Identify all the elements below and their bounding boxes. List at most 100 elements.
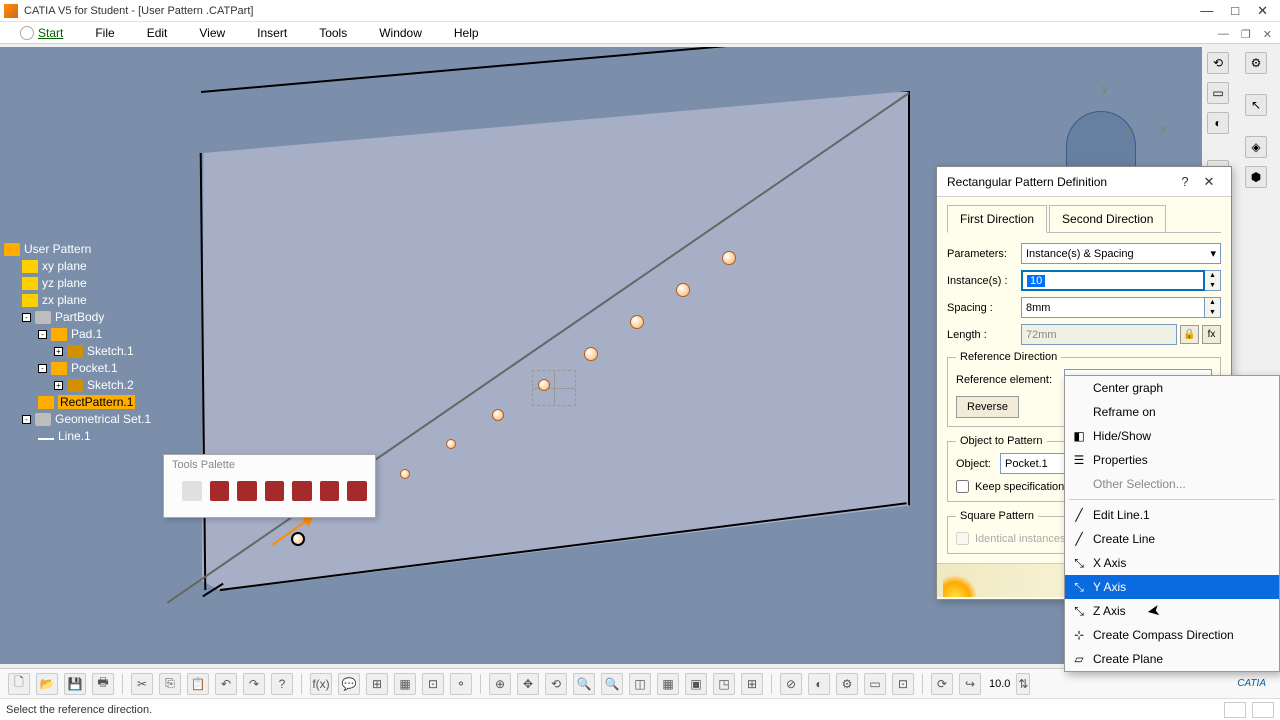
- toolbar-button[interactable]: ⟳: [931, 673, 953, 695]
- new-icon[interactable]: 🗋: [8, 673, 30, 695]
- menu-help[interactable]: Help: [454, 26, 479, 40]
- tree-rectpattern[interactable]: RectPattern.1: [58, 395, 135, 409]
- formula-icon[interactable]: f(x): [310, 673, 332, 695]
- menu-edit[interactable]: Edit: [147, 26, 168, 40]
- collapse-icon[interactable]: -: [22, 415, 31, 424]
- toolbar-button[interactable]: 💬: [338, 673, 360, 695]
- tp-icon-1[interactable]: [182, 481, 202, 501]
- ctx-edit-line[interactable]: ╱Edit Line.1: [1065, 503, 1279, 527]
- toolbar-button[interactable]: ◐: [808, 673, 830, 695]
- tp-icon-6[interactable]: [320, 481, 340, 501]
- collapse-icon[interactable]: -: [38, 330, 47, 339]
- tree-yz-plane[interactable]: yz plane: [42, 276, 87, 290]
- print-icon[interactable]: 🖶: [92, 673, 114, 695]
- pattern-instance[interactable]: [676, 283, 690, 297]
- tree-geomset[interactable]: Geometrical Set.1: [55, 412, 151, 426]
- toolbar-button[interactable]: ◈: [1245, 136, 1267, 158]
- ctx-hide-show[interactable]: ◧Hide/Show: [1065, 424, 1279, 448]
- toolbar-button[interactable]: ▦: [657, 673, 679, 695]
- menu-view[interactable]: View: [199, 26, 225, 40]
- tree-xy-plane[interactable]: xy plane: [42, 259, 87, 273]
- pattern-instance[interactable]: [446, 439, 456, 449]
- toolbar-button[interactable]: ▦: [394, 673, 416, 695]
- toolbar-button[interactable]: ▣: [685, 673, 707, 695]
- cut-icon[interactable]: ✂: [131, 673, 153, 695]
- ctx-properties[interactable]: ☰Properties: [1065, 448, 1279, 472]
- reverse-button[interactable]: Reverse: [956, 396, 1019, 418]
- minimize-button[interactable]: —: [1200, 6, 1213, 16]
- tp-icon-5[interactable]: [292, 481, 312, 501]
- ctx-z-axis[interactable]: ⤡Z Axis: [1065, 599, 1279, 623]
- toolbar-button[interactable]: ⬢: [1245, 166, 1267, 188]
- toolbar-button[interactable]: ⊞: [741, 673, 763, 695]
- copy-icon[interactable]: ⎘: [159, 673, 181, 695]
- menu-tools[interactable]: Tools: [319, 26, 347, 40]
- instances-input[interactable]: 10: [1021, 270, 1205, 291]
- undo-icon[interactable]: ↶: [215, 673, 237, 695]
- tree-zx-plane[interactable]: zx plane: [42, 293, 87, 307]
- expand-icon[interactable]: +: [54, 381, 63, 390]
- ctx-center-graph[interactable]: Center graph: [1065, 376, 1279, 400]
- tree-sketch1[interactable]: Sketch.1: [87, 344, 134, 358]
- maximize-button[interactable]: □: [1231, 6, 1239, 16]
- menu-start[interactable]: Start: [38, 26, 63, 40]
- pattern-origin[interactable]: [291, 532, 305, 546]
- spacing-spinner[interactable]: ▲▼: [1205, 297, 1221, 318]
- tp-icon-4[interactable]: [265, 481, 285, 501]
- ctx-other-selection[interactable]: Other Selection...: [1065, 472, 1279, 496]
- help-icon[interactable]: ?: [271, 673, 293, 695]
- pattern-instance[interactable]: [538, 379, 550, 391]
- ctx-y-axis[interactable]: ⤡Y Axis: [1065, 575, 1279, 599]
- length-formula-icon[interactable]: fx: [1202, 325, 1221, 344]
- ctx-create-line[interactable]: ╱Create Line: [1065, 527, 1279, 551]
- open-icon[interactable]: 📂: [36, 673, 58, 695]
- specification-tree[interactable]: User Pattern xy plane yz plane zx plane …: [4, 239, 151, 446]
- menu-window[interactable]: Window: [379, 26, 422, 40]
- tab-second-direction[interactable]: Second Direction: [1049, 205, 1166, 232]
- ctx-create-compass-direction[interactable]: ⊹Create Compass Direction: [1065, 623, 1279, 647]
- menu-insert[interactable]: Insert: [257, 26, 287, 40]
- tree-pad1[interactable]: Pad.1: [71, 327, 102, 341]
- toolbar-button[interactable]: ↪: [959, 673, 981, 695]
- compass[interactable]: y x z: [1060, 87, 1160, 177]
- toolbar-button[interactable]: ◳: [713, 673, 735, 695]
- paste-icon[interactable]: 📋: [187, 673, 209, 695]
- doc-close-button[interactable]: ✕: [1263, 28, 1272, 41]
- pattern-instance[interactable]: [400, 469, 410, 479]
- doc-restore-button[interactable]: ❐: [1241, 28, 1251, 41]
- tree-root[interactable]: User Pattern: [24, 242, 91, 256]
- zoom-out-icon[interactable]: 🔍: [601, 673, 623, 695]
- toolbar-button[interactable]: ⊞: [366, 673, 388, 695]
- close-button[interactable]: ✕: [1257, 6, 1268, 16]
- step-spinner[interactable]: ⇅: [1016, 673, 1030, 695]
- settings-icon[interactable]: ⚙: [1245, 52, 1267, 74]
- redo-icon[interactable]: ↷: [243, 673, 265, 695]
- arrow-icon[interactable]: ↖: [1245, 94, 1267, 116]
- fit-all-icon[interactable]: ⊕: [489, 673, 511, 695]
- pattern-instance[interactable]: [584, 347, 598, 361]
- spacing-input[interactable]: 8mm: [1021, 297, 1205, 318]
- toolbar-button[interactable]: ⊘: [780, 673, 802, 695]
- pattern-instance[interactable]: [492, 409, 504, 421]
- tools-palette[interactable]: Tools Palette: [163, 454, 376, 518]
- doc-minimize-button[interactable]: —: [1218, 28, 1229, 41]
- ctx-create-plane[interactable]: ▱Create Plane: [1065, 647, 1279, 671]
- ctx-reframe-on[interactable]: Reframe on: [1065, 400, 1279, 424]
- expand-icon[interactable]: +: [54, 347, 63, 356]
- pattern-instance[interactable]: [722, 251, 736, 265]
- parameters-select[interactable]: Instance(s) & Spacing▾: [1021, 243, 1221, 264]
- rotate-icon[interactable]: ⟲: [545, 673, 567, 695]
- toolbar-button[interactable]: ⚙: [836, 673, 858, 695]
- collapse-icon[interactable]: -: [38, 364, 47, 373]
- dialog-help-button[interactable]: ?: [1173, 174, 1197, 189]
- zoom-in-icon[interactable]: 🔍: [573, 673, 595, 695]
- tree-pocket1[interactable]: Pocket.1: [71, 361, 118, 375]
- tp-icon-2[interactable]: [210, 481, 230, 501]
- tab-first-direction[interactable]: First Direction: [947, 205, 1047, 233]
- dialog-close-button[interactable]: ✕: [1197, 174, 1221, 190]
- tp-icon-7[interactable]: [347, 481, 367, 501]
- toolbar-button[interactable]: ⟲: [1207, 52, 1229, 74]
- toolbar-button[interactable]: ⊡: [892, 673, 914, 695]
- collapse-icon[interactable]: -: [22, 313, 31, 322]
- instances-spinner[interactable]: ▲▼: [1205, 270, 1221, 291]
